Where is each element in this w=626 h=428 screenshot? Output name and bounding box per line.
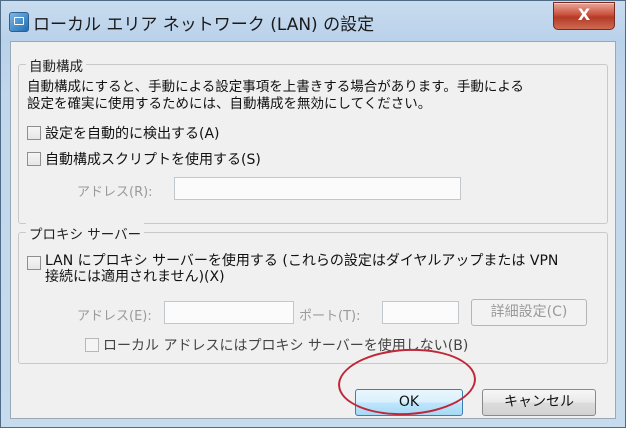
use-script-checkbox-row[interactable]: 自動構成スクリプトを使用する(S)	[27, 149, 261, 169]
use-proxy-label-line1: LAN にプロキシ サーバーを使用する (これらの設定はダイヤルアップまたは V…	[45, 253, 559, 269]
auto-detect-checkbox[interactable]	[27, 126, 41, 140]
window-title: ローカル エリア ネットワーク (LAN) の設定	[33, 15, 375, 35]
close-icon: X	[577, 5, 591, 24]
proxy-port-label-row: ポート(T):	[299, 305, 360, 324]
lan-settings-window: ローカル エリア ネットワーク (LAN) の設定 X 自動構成 自動構成にする…	[0, 0, 626, 428]
script-address-label: アドレス(R):	[77, 185, 153, 200]
use-proxy-label: LAN にプロキシ サーバーを使用する (これらの設定はダイヤルアップまたは V…	[45, 253, 558, 285]
bypass-local-checkbox[interactable]	[85, 338, 99, 352]
use-script-label: 自動構成スクリプトを使用する(S)	[45, 152, 261, 168]
title-bar[interactable]: ローカル エリア ネットワーク (LAN) の設定 X	[1, 1, 625, 41]
close-button[interactable]: X	[553, 2, 615, 30]
network-settings-icon	[9, 12, 29, 32]
proxy-address-label-row: アドレス(E):	[77, 305, 152, 324]
script-address-label-row: アドレス(R):	[77, 181, 153, 200]
use-proxy-checkbox[interactable]	[27, 256, 41, 270]
auto-config-description-line2: 設定を確実に使用するためには、自動構成を無効にしてください。	[27, 96, 432, 112]
auto-detect-checkbox-row[interactable]: 設定を自動的に検出する(A)	[27, 123, 220, 143]
advanced-settings-button[interactable]: 詳細設定(C)	[471, 299, 587, 326]
script-address-field[interactable]	[174, 177, 461, 200]
dialog-body: 自動構成 自動構成にすると、手動による設定事項を上書きする場合があります。手動に…	[10, 41, 616, 419]
auto-detect-label: 設定を自動的に検出する(A)	[45, 126, 220, 142]
use-proxy-label-line2: 接続には適用されません)(X)	[45, 269, 225, 285]
proxy-server-legend: プロキシ サーバー	[26, 223, 145, 243]
use-proxy-checkbox-row[interactable]: LAN にプロキシ サーバーを使用する (これらの設定はダイヤルアップまたは V…	[27, 253, 558, 285]
auto-config-description-line1: 自動構成にすると、手動による設定事項を上書きする場合があります。手動による	[27, 79, 524, 95]
proxy-server-group: プロキシ サーバー LAN にプロキシ サーバーを使用する (これらの設定はダイ…	[18, 223, 608, 364]
proxy-address-field[interactable]	[164, 301, 294, 324]
cancel-button[interactable]: キャンセル	[482, 389, 596, 416]
auto-config-legend: 自動構成	[26, 55, 86, 75]
proxy-port-label: ポート(T):	[299, 309, 361, 324]
proxy-port-field[interactable]	[382, 301, 459, 324]
auto-config-description: 自動構成にすると、手動による設定事項を上書きする場合があります。手動による 設定…	[27, 79, 603, 113]
auto-config-group: 自動構成 自動構成にすると、手動による設定事項を上書きする場合があります。手動に…	[18, 55, 608, 224]
use-script-checkbox[interactable]	[27, 152, 41, 166]
proxy-address-label: アドレス(E):	[77, 309, 152, 324]
